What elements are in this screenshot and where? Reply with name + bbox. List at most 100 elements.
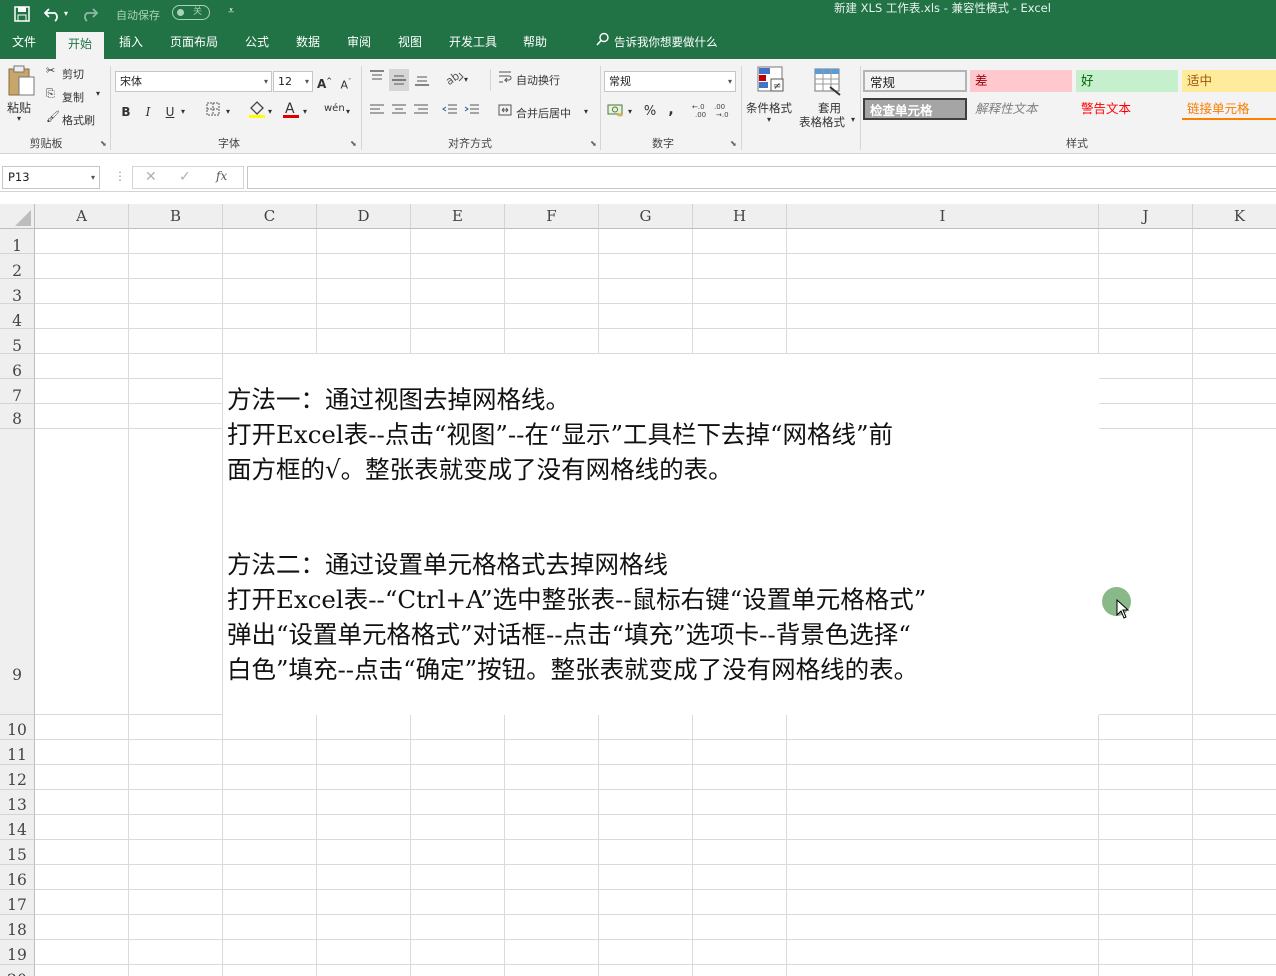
- wrap-text-icon[interactable]: [497, 70, 513, 89]
- decrease-font-icon[interactable]: Aˇ: [339, 73, 353, 95]
- align-top-icon[interactable]: [368, 69, 386, 88]
- row-header[interactable]: 14: [0, 815, 35, 840]
- row-header[interactable]: 7: [0, 379, 35, 405]
- format-as-table-label-2[interactable]: 表格格式: [799, 114, 845, 130]
- align-bottom-icon[interactable]: [413, 73, 431, 92]
- paste-icon[interactable]: [6, 65, 36, 97]
- row-header[interactable]: 6: [0, 354, 35, 380]
- italic-button[interactable]: I: [141, 103, 155, 121]
- row-header[interactable]: 8: [0, 404, 35, 429]
- align-left-icon[interactable]: [368, 103, 386, 122]
- format-painter-icon[interactable]: 🖌: [46, 110, 60, 123]
- phonetic-dropdown-icon[interactable]: ▾: [346, 103, 350, 121]
- number-format-select[interactable]: 常规 ▾: [604, 71, 736, 92]
- cancel-icon[interactable]: ✕: [145, 169, 157, 185]
- font-launcher-icon[interactable]: ⬊: [350, 139, 357, 148]
- fill-color-dropdown-icon[interactable]: ▾: [268, 103, 272, 121]
- column-header[interactable]: B: [129, 204, 223, 229]
- font-color-dropdown-icon[interactable]: ▾: [303, 103, 307, 121]
- column-header[interactable]: I: [787, 204, 1099, 229]
- tab-page-layout[interactable]: 页面布局: [160, 30, 228, 59]
- orientation-icon[interactable]: ab: [443, 69, 466, 90]
- undo-icon[interactable]: [43, 6, 62, 26]
- tab-view[interactable]: 视图: [387, 30, 433, 59]
- column-header[interactable]: D: [317, 204, 411, 229]
- merge-center-button[interactable]: 合并后居中: [516, 105, 571, 121]
- tab-developer[interactable]: 开发工具: [440, 30, 506, 59]
- decrease-decimal-icon[interactable]: .00 →.0: [714, 101, 732, 124]
- tell-me-box[interactable]: 告诉我你想要做什么: [596, 30, 718, 59]
- copy-icon[interactable]: ⎘: [46, 87, 55, 101]
- cut-button[interactable]: 剪切: [62, 66, 84, 82]
- accounting-dropdown-icon[interactable]: ▾: [628, 103, 632, 121]
- insert-function-icon[interactable]: fx: [216, 169, 227, 183]
- style-good[interactable]: 好: [1076, 70, 1178, 92]
- column-header[interactable]: A: [35, 204, 129, 229]
- merged-text-cell[interactable]: 方法一：通过视图去掉网格线。 打开Excel表--点击“视图”--在“显示”工具…: [223, 354, 1099, 715]
- column-header[interactable]: E: [411, 204, 505, 229]
- align-middle-icon[interactable]: [389, 69, 409, 91]
- column-header[interactable]: J: [1099, 204, 1193, 229]
- borders-icon[interactable]: [205, 102, 221, 121]
- tab-file[interactable]: 文件: [0, 30, 48, 59]
- style-bad[interactable]: 差: [970, 70, 1072, 92]
- font-size-select[interactable]: 12 ▾: [273, 71, 313, 92]
- copy-dropdown-icon[interactable]: ▾: [96, 89, 100, 98]
- row-header[interactable]: 17: [0, 890, 35, 915]
- row-header[interactable]: 10: [0, 715, 35, 740]
- format-painter-button[interactable]: 格式刷: [62, 112, 95, 128]
- orientation-dropdown-icon[interactable]: ▾: [464, 71, 468, 89]
- row-header[interactable]: 15: [0, 840, 35, 865]
- select-all-button[interactable]: [0, 204, 35, 229]
- font-name-select[interactable]: 宋体 ▾: [115, 71, 272, 92]
- bold-button[interactable]: B: [119, 103, 133, 121]
- tab-insert[interactable]: 插入: [108, 30, 154, 59]
- paste-dropdown-icon[interactable]: ▾: [17, 114, 21, 123]
- column-header[interactable]: C: [223, 204, 317, 229]
- row-header[interactable]: 13: [0, 790, 35, 815]
- column-header[interactable]: H: [693, 204, 787, 229]
- decrease-indent-icon[interactable]: [441, 103, 459, 122]
- save-icon[interactable]: [14, 6, 30, 26]
- row-header[interactable]: 16: [0, 865, 35, 890]
- font-color-icon[interactable]: A: [282, 99, 300, 124]
- formula-input[interactable]: [247, 166, 1276, 189]
- underline-dropdown-icon[interactable]: ▾: [181, 103, 185, 121]
- wrap-text-button[interactable]: 自动换行: [516, 72, 560, 88]
- underline-button[interactable]: U: [163, 103, 177, 121]
- redo-icon[interactable]: [80, 6, 99, 26]
- style-linked-cell[interactable]: 链接单元格: [1182, 98, 1276, 120]
- merge-dropdown-icon[interactable]: ▾: [584, 103, 588, 121]
- style-warning[interactable]: 警告文本: [1076, 98, 1178, 120]
- row-header[interactable]: 2: [0, 254, 35, 280]
- column-header[interactable]: F: [505, 204, 599, 229]
- fill-color-icon[interactable]: [248, 99, 266, 124]
- name-box[interactable]: P13 ▾: [2, 166, 100, 189]
- align-right-icon[interactable]: [412, 103, 430, 122]
- clipboard-launcher-icon[interactable]: ⬊: [100, 139, 107, 148]
- style-neutral[interactable]: 适中: [1182, 70, 1276, 92]
- row-header[interactable]: 11: [0, 740, 35, 765]
- align-center-icon[interactable]: [390, 103, 408, 122]
- row-header[interactable]: 12: [0, 765, 35, 790]
- alignment-launcher-icon[interactable]: ⬊: [590, 139, 597, 148]
- tab-formulas[interactable]: 公式: [234, 30, 280, 59]
- undo-dropdown-icon[interactable]: ▾: [64, 9, 68, 18]
- conditional-formatting-button[interactable]: 条件格式: [746, 100, 792, 116]
- enter-icon[interactable]: ✓: [179, 169, 191, 185]
- style-explanatory[interactable]: 解释性文本: [970, 98, 1072, 120]
- cut-icon[interactable]: ✂: [46, 64, 55, 77]
- style-normal[interactable]: 常规: [863, 70, 967, 92]
- tab-review[interactable]: 审阅: [336, 30, 382, 59]
- row-header[interactable]: 20: [0, 965, 35, 976]
- worksheet[interactable]: A B C D E F G H I J K 1 2 3 4 5 6 7 8 9 …: [0, 204, 1276, 976]
- increase-indent-icon[interactable]: [463, 103, 481, 122]
- conditional-dropdown-icon[interactable]: ▾: [767, 115, 771, 124]
- row-header[interactable]: 3: [0, 279, 35, 305]
- format-as-table-dropdown-icon[interactable]: ▾: [851, 115, 855, 124]
- style-check-cell[interactable]: 检查单元格: [863, 98, 967, 120]
- row-header[interactable]: 4: [0, 304, 35, 330]
- tab-data[interactable]: 数据: [285, 30, 331, 59]
- column-header[interactable]: K: [1193, 204, 1276, 229]
- copy-button[interactable]: 复制: [62, 89, 84, 105]
